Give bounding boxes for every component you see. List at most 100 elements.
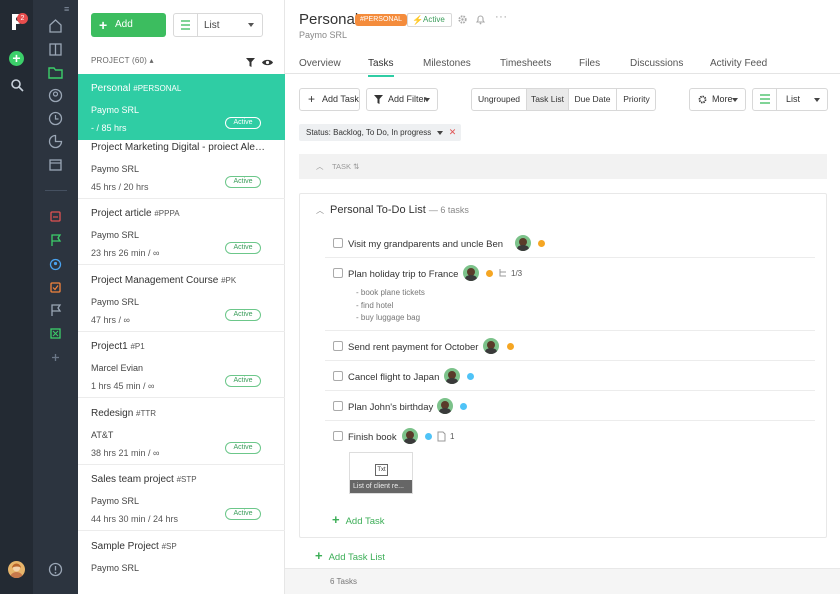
tab-milestones[interactable]: Milestones: [423, 58, 471, 75]
project-list-item[interactable]: Project Marketing Digital - proiect Alex…: [78, 133, 285, 199]
project-count-sort-header[interactable]: PROJECT (60) ▴: [91, 56, 154, 65]
reports-pie-icon[interactable]: [47, 133, 64, 150]
task-checkbox[interactable]: [333, 238, 343, 248]
priority-dot: [467, 373, 474, 380]
project-list-item[interactable]: Sales team project #STP Paymo SRL 44 hrs 3…: [78, 465, 285, 531]
task-name[interactable]: Visit my grandparents and uncle Ben: [348, 239, 503, 250]
project-client: AT&T: [91, 430, 114, 440]
task-checkbox-icon[interactable]: [47, 279, 64, 296]
project-list-item[interactable]: Redesign #TTR AT&T 38 hrs 21 min / ∞ Active: [78, 399, 285, 465]
status-filter-chip[interactable]: Status: Backlog, To Do, In progress ✕: [299, 124, 462, 141]
project-client: Paymo SRL: [91, 105, 140, 115]
task-checkbox[interactable]: [333, 431, 343, 441]
notification-badge[interactable]: 2: [17, 13, 28, 24]
project-code-badge: #PERSONAL: [355, 14, 408, 26]
group-by-ungrouped[interactable]: Ungrouped: [472, 89, 526, 110]
task-row[interactable]: Plan John's birthday: [325, 391, 815, 421]
task-name[interactable]: Plan John's birthday: [348, 402, 433, 413]
task-name[interactable]: Finish book: [348, 432, 397, 443]
bell-icon[interactable]: [475, 14, 486, 25]
flag-icon[interactable]: [47, 302, 64, 319]
group-by-due-date[interactable]: Due Date: [568, 89, 616, 110]
tab-timesheets[interactable]: Timesheets: [500, 58, 551, 75]
group-by-priority[interactable]: Priority: [616, 89, 656, 110]
project-status-button[interactable]: ⚡ Active: [407, 13, 452, 27]
add-task-button[interactable]: + Add Task: [299, 88, 360, 111]
subtask-count: 1/3: [511, 269, 523, 278]
assignee-avatar[interactable]: [463, 265, 479, 281]
add-filter-button[interactable]: Add Filter: [366, 88, 438, 111]
collapse-nav-icon[interactable]: ≡: [64, 4, 69, 14]
clients-icon[interactable]: [47, 41, 64, 58]
remove-filter-icon[interactable]: ✕: [449, 124, 457, 141]
project-list-item[interactable]: Sample Project #SP Paymo SRL: [78, 532, 285, 594]
gear-icon[interactable]: [457, 14, 468, 25]
assignee-avatar[interactable]: [402, 428, 418, 444]
add-task-label: Add Task: [322, 94, 359, 104]
time-clock-icon[interactable]: [47, 110, 64, 127]
tab-tasks[interactable]: Tasks: [368, 58, 394, 77]
view-select[interactable]: List: [173, 13, 263, 37]
calendar-icon[interactable]: [47, 156, 64, 173]
home-icon[interactable]: [47, 17, 64, 34]
add-module-icon[interactable]: [47, 349, 64, 366]
help-icon[interactable]: [47, 561, 64, 578]
project-code: #SP: [161, 542, 177, 551]
nav-divider: [45, 190, 67, 191]
task-checkbox[interactable]: [333, 401, 343, 411]
add-project-button[interactable]: + Add Project: [91, 13, 166, 54]
task-row[interactable]: Cancel flight to Japan: [325, 361, 815, 391]
more-label: More: [712, 94, 733, 104]
assignee-avatar[interactable]: [437, 398, 453, 414]
tab-overview[interactable]: Overview: [299, 58, 341, 75]
projects-folder-icon[interactable]: [47, 64, 64, 81]
project-status-label: Active: [423, 15, 445, 24]
project-list-item[interactable]: Project Management Course #PK Paymo SRL 47…: [78, 266, 285, 332]
file-name: List of client re...: [350, 480, 412, 493]
task-name[interactable]: Plan holiday trip to France: [348, 269, 458, 280]
task-view-select[interactable]: List: [752, 88, 828, 111]
assignee-avatar[interactable]: [515, 235, 531, 251]
filter-funnel-icon[interactable]: [246, 56, 255, 67]
assignee-avatar[interactable]: [444, 368, 460, 384]
tab-activity-feed[interactable]: Activity Feed: [710, 58, 767, 75]
tab-files[interactable]: Files: [579, 58, 600, 75]
flag-green-icon[interactable]: [47, 232, 64, 249]
project-list-item[interactable]: Project article #PPPA Paymo SRL 23 hrs 26 …: [78, 199, 285, 265]
task-checkbox[interactable]: [333, 341, 343, 351]
filter-funnel-icon: [374, 95, 383, 104]
visibility-eye-icon[interactable]: [262, 56, 273, 66]
project-list-item[interactable]: Project1 #P1 Marcel Evian 1 hrs 45 min / ∞…: [78, 332, 285, 398]
task-row[interactable]: Send rent payment for October: [325, 331, 815, 361]
users-icon[interactable]: [47, 87, 64, 104]
more-options-icon[interactable]: ···: [495, 11, 508, 23]
assignee-avatar[interactable]: [483, 338, 499, 354]
user-circle-icon[interactable]: [47, 256, 64, 273]
tab-discussions[interactable]: Discussions: [630, 58, 683, 75]
search-icon[interactable]: [9, 77, 25, 93]
status-badge: Active: [225, 242, 261, 254]
spreadsheet-icon[interactable]: [47, 325, 64, 342]
collapse-all-icon[interactable]: ︿: [316, 154, 324, 179]
quick-add-button[interactable]: +: [9, 51, 24, 66]
add-task-inline-button[interactable]: + Add Task: [332, 512, 385, 527]
task-column-header[interactable]: TASK ⇅: [332, 154, 359, 179]
task-checkbox[interactable]: [333, 268, 343, 278]
collapse-list-icon[interactable]: ︿: [316, 205, 324, 216]
task-row[interactable]: Visit my grandparents and uncle Ben: [325, 228, 815, 258]
file-attachment-preview[interactable]: Txt List of client re...: [349, 452, 413, 494]
task-row[interactable]: Plan holiday trip to France 1/3 - book pla…: [325, 258, 815, 331]
task-row[interactable]: Finish book 1: [325, 421, 815, 451]
task-checkbox[interactable]: [333, 371, 343, 381]
task-name[interactable]: Cancel flight to Japan: [348, 372, 439, 383]
project-list-item[interactable]: Personal #PERSONAL Paymo SRL - / 85 hrs Act…: [78, 74, 285, 140]
add-task-list-button[interactable]: + Add Task List: [315, 548, 385, 563]
group-by-task-list[interactable]: Task List: [526, 89, 568, 110]
more-button[interactable]: More: [689, 88, 746, 111]
inbox-icon[interactable]: [47, 208, 64, 225]
task-note: - find hotel: [356, 300, 394, 310]
task-name[interactable]: Send rent payment for October: [348, 342, 478, 353]
user-avatar[interactable]: [8, 561, 25, 578]
module-nav: ≡ ⤡: [33, 0, 105, 594]
task-list-title[interactable]: Personal To-Do List — 6 tasks: [330, 204, 469, 216]
